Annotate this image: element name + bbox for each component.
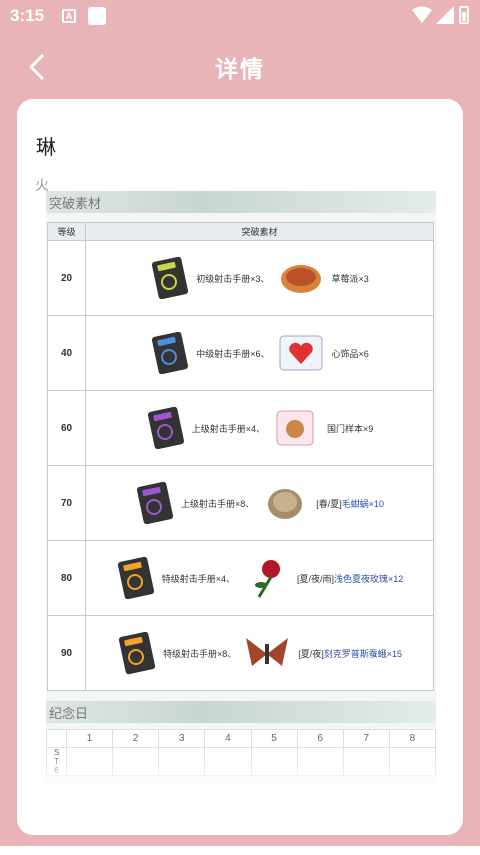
status-time: 3:15 <box>10 6 45 25</box>
battery-icon <box>459 6 469 24</box>
table-row: 20 初级射击手册×3、 草莓派×3 <box>47 240 434 316</box>
anniversary-section-header: 纪念日 <box>46 701 436 723</box>
breakthrough-section-header: 突破素材 <box>46 191 436 213</box>
manual-icon <box>118 631 156 675</box>
app-notification-icon <box>88 7 106 25</box>
table-row: 40 中级射击手册×6、 心饰品×6 <box>47 315 434 391</box>
calendar-day-header: 4 <box>204 729 252 748</box>
item-prefix: [春/夏] <box>316 498 342 509</box>
row-level: 20 <box>47 240 86 316</box>
column-materials: 突破素材 <box>85 222 434 241</box>
row-materials: 特级射击手册×4、 [夏/夜/雨]浅色夏夜玫瑰×12 <box>86 555 433 601</box>
pie-icon <box>280 265 321 293</box>
book-material-text: 特级射击手册×4、 <box>161 573 235 584</box>
calendar-day-header: 7 <box>342 729 390 748</box>
moth-icon <box>246 638 289 666</box>
calendar-corner <box>46 729 67 748</box>
item-material-text: 毛蚶蜗×10 <box>341 498 385 509</box>
calendar-day-header: 6 <box>296 729 344 748</box>
row-materials: 上级射击手册×4、 国门样本×9 <box>86 405 433 451</box>
item-prefix: [夏/夜] <box>298 648 324 659</box>
column-level: 等级 <box>47 222 86 241</box>
row-materials: 特级射击手册×8、 [夏/夜]刻克罗普斯蚕蛾×15 <box>86 630 433 676</box>
shell-icon <box>268 489 303 519</box>
table-row: 90 特级射击手册×8、 [夏/夜]刻克罗普斯蚕蛾×15 <box>47 615 434 691</box>
breakthrough-table: 等级 突破素材 20 初级射击手册×3、 草莓派×3 40 中级射击手册×6、 心饰品×6… <box>47 222 434 691</box>
manual-icon <box>152 331 189 375</box>
manual-icon <box>136 481 174 525</box>
wifi-icon <box>412 6 432 23</box>
row-level: 70 <box>47 465 86 541</box>
row-level: 40 <box>47 315 86 391</box>
sample-icon <box>276 410 314 446</box>
item-material-text: 心饰品×6 <box>331 348 369 359</box>
row-level: 60 <box>47 390 86 466</box>
table-row: 70 上级射击手册×8、 [春/夏]毛蚶蜗×10 <box>47 465 434 541</box>
item-material-text: 国门样本×9 <box>327 423 374 434</box>
fade-overlay <box>46 751 436 791</box>
calendar-day-header: 2 <box>112 729 160 748</box>
book-material-text: 上级射击手册×8、 <box>180 498 255 509</box>
row-materials: 初级射击手册×3、 草莓派×3 <box>86 255 433 301</box>
book-material-text: 上级射击手册×4、 <box>191 423 265 434</box>
signal-icon <box>436 6 454 24</box>
anniversary-section-title: 纪念日 <box>49 706 89 721</box>
manual-icon <box>152 256 189 300</box>
calendar-day-header: 8 <box>388 729 436 748</box>
manual-icon <box>117 556 154 600</box>
calendar-day-header: 3 <box>158 729 206 748</box>
status-bar: 3:15 A <box>0 0 480 32</box>
breakthrough-section-title: 突破素材 <box>49 196 102 211</box>
manual-icon <box>147 406 184 450</box>
table-row: 80 特级射击手册×4、 [夏/夜/雨]浅色夏夜玫瑰×12 <box>47 540 434 616</box>
character-name: 琳 <box>36 137 56 159</box>
detail-card: 琳 火 突破素材 等级 突破素材 20 初级射击手册×3、 草莓派×3 40 中级射击手… <box>17 99 463 835</box>
navigation-bar <box>0 846 480 855</box>
page-title: 详情 <box>215 56 265 82</box>
book-material-text: 中级射击手册×6、 <box>196 348 270 359</box>
book-material-text: 特级射击手册×8、 <box>162 648 237 659</box>
item-prefix: [夏/夜/雨] <box>296 573 334 584</box>
table-row: 60 上级射击手册×4、 国门样本×9 <box>47 390 434 466</box>
material-image: 突破素材 等级 突破素材 20 初级射击手册×3、 草莓派×3 40 中级射击手册×6、… <box>46 191 436 791</box>
item-material-text: 草莓派×3 <box>331 273 369 284</box>
item-material-text: 刻克罗普斯蚕蛾×15 <box>323 648 403 659</box>
book-material-text: 初级射击手册×3、 <box>196 273 270 284</box>
row-materials: 中级射击手册×6、 心饰品×6 <box>86 330 433 376</box>
calendar-day-header: 1 <box>65 729 114 748</box>
row-level: 90 <box>47 615 86 691</box>
row-materials: 上级射击手册×8、 [春/夏]毛蚶蜗×10 <box>86 480 433 526</box>
a-notification-icon: A <box>62 9 76 23</box>
calendar-day-header: 5 <box>250 729 298 748</box>
heart-icon <box>279 335 322 371</box>
item-material-text: 浅色夏夜玫瑰×12 <box>334 573 404 584</box>
rose-icon <box>254 560 280 598</box>
row-level: 80 <box>47 540 86 616</box>
app-bar: 详情 <box>0 40 480 90</box>
